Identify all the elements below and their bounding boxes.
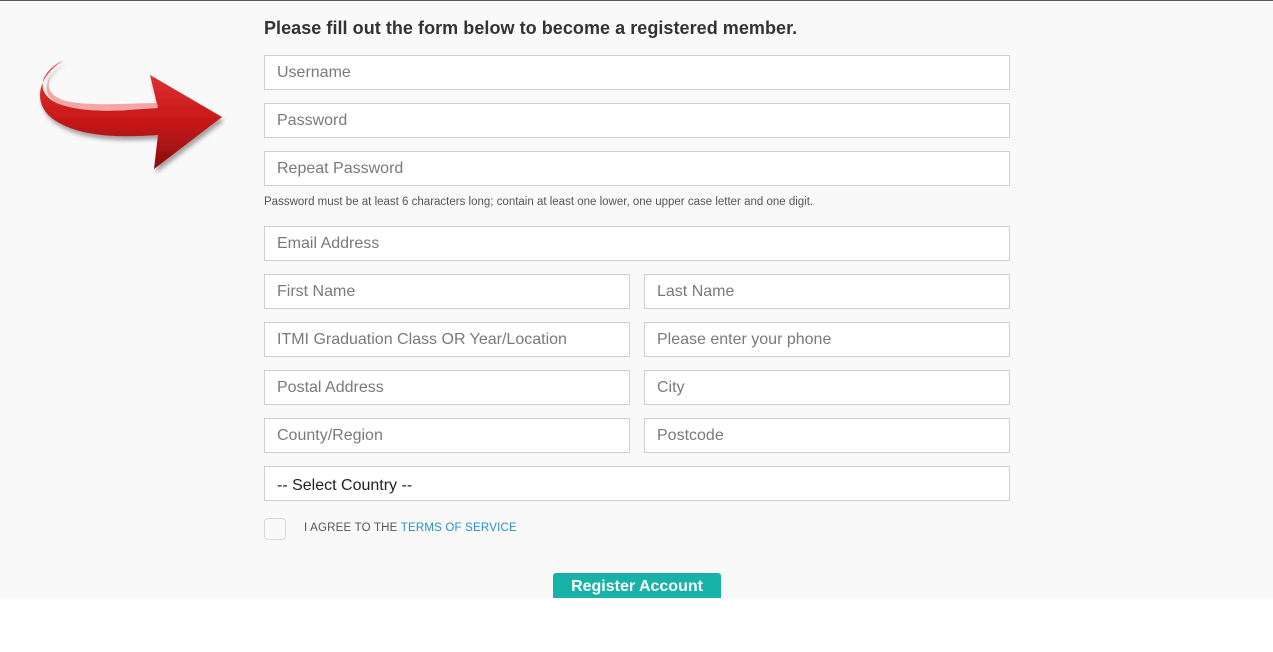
country-select-value: -- Select Country -- <box>277 477 413 494</box>
postcode-field[interactable] <box>644 418 1010 453</box>
county-region-field[interactable] <box>264 418 630 453</box>
first-name-field[interactable] <box>264 274 630 309</box>
agree-text: I AGREE TO THE <box>304 522 398 534</box>
city-field[interactable] <box>644 370 1010 405</box>
phone-field[interactable] <box>644 322 1010 357</box>
curved-red-arrow-icon <box>40 60 222 169</box>
page-title: Please fill out the form below to become… <box>264 18 798 38</box>
terms-checkbox[interactable] <box>264 518 286 540</box>
username-field[interactable] <box>264 55 1010 90</box>
postal-address-field[interactable] <box>264 370 630 405</box>
terms-agree-label: I AGREE TO THE TERMS OF SERVICE <box>304 522 517 534</box>
password-field[interactable] <box>264 103 1010 138</box>
terms-of-service-link[interactable]: TERMS OF SERVICE <box>401 522 517 534</box>
repeat-password-field[interactable] <box>264 151 1010 186</box>
registration-page: Please fill out the form below to become… <box>0 0 1273 598</box>
graduation-class-field[interactable] <box>264 322 630 357</box>
country-select[interactable]: -- Select Country -- <box>264 466 1010 501</box>
email-field[interactable] <box>264 226 1010 261</box>
last-name-field[interactable] <box>644 274 1010 309</box>
register-account-button[interactable]: Register Account <box>553 573 721 598</box>
password-hint: Password must be at least 6 characters l… <box>264 196 814 208</box>
